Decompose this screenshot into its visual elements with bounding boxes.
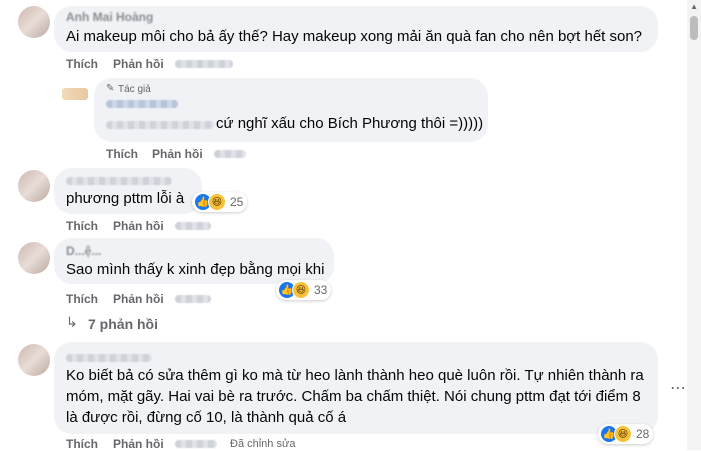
timestamp: [214, 150, 246, 158]
like-button[interactable]: Thích: [106, 147, 138, 161]
scroll-up-icon[interactable]: ▲: [690, 2, 698, 11]
like-button[interactable]: Thích: [66, 57, 98, 71]
comment-text: Ai makeup môi cho bả ấy thế? Hay makeup …: [66, 28, 643, 45]
like-button[interactable]: Thích: [66, 437, 98, 451]
timestamp: [175, 60, 233, 68]
view-replies-link[interactable]: 7 phản hồi: [88, 316, 158, 332]
timestamp: [175, 295, 211, 303]
haha-icon: 😆: [614, 425, 632, 443]
comment-bubble: Ko biết bả có sửa thêm gì ko mà từ heo l…: [54, 342, 658, 434]
avatar[interactable]: [18, 242, 50, 274]
comment-text-line: Ko biết bả có sửa thêm gì ko mà từ heo l…: [66, 367, 644, 384]
comment-author[interactable]: D...ệ...: [66, 244, 101, 258]
comment-bubble: D...ệ... Sao mình thấy k xinh đẹp bằng m…: [54, 238, 334, 284]
comment-bubble: Anh Mai Hoàng Ai makeup môi cho bả ấy th…: [54, 6, 658, 52]
author-badge: Tác giả: [118, 84, 151, 95]
comment-author[interactable]: [106, 100, 178, 108]
reply-button[interactable]: Phản hồi: [113, 57, 164, 71]
reaction-count: 28: [636, 427, 650, 441]
comment-author[interactable]: Anh Mai Hoàng: [66, 10, 153, 24]
like-button[interactable]: Thích: [66, 292, 98, 306]
comment-text-line: là được rồi, đừng cố 10, là thành quả cố…: [66, 409, 347, 426]
avatar[interactable]: [18, 6, 50, 38]
avatar[interactable]: [62, 88, 88, 100]
more-options-icon[interactable]: ⋯: [670, 378, 687, 398]
reply-button[interactable]: Phản hồi: [113, 219, 164, 233]
pencil-icon: ✎: [106, 83, 115, 94]
avatar[interactable]: [18, 344, 50, 376]
comment-text: cứ nghĩ xấu cho Bích Phương thôi =))))): [216, 115, 484, 132]
comment-text-line: móm, mặt gãy. Hai vai bè ra trước. Chấm …: [66, 388, 641, 405]
comment-author[interactable]: [66, 177, 172, 185]
haha-icon: 😆: [292, 281, 310, 299]
reaction-count: 25: [230, 195, 244, 209]
reply-arrow-icon: ↳: [66, 314, 78, 330]
timestamp: [175, 222, 211, 230]
reply-button[interactable]: Phản hồi: [113, 437, 164, 451]
timestamp: [175, 440, 217, 448]
comment-text: Sao mình thấy k xinh đẹp bằng mọi khi: [66, 261, 325, 278]
comment-author[interactable]: [66, 354, 152, 362]
mention-blurred: [106, 121, 214, 129]
comment-bubble: ✎ Tác giả cứ nghĩ xấu cho Bích Phương th…: [94, 78, 488, 142]
reaction-count: 33: [314, 283, 328, 297]
reaction-summary[interactable]: 👍 😆 25: [192, 192, 248, 212]
comment-bubble: phương pttm lỗi à: [54, 168, 202, 214]
reply-button[interactable]: Phản hồi: [113, 292, 164, 306]
reaction-summary[interactable]: 👍 😆 33: [276, 280, 332, 300]
avatar[interactable]: [18, 170, 50, 202]
scrollbar[interactable]: [687, 0, 701, 450]
reaction-summary[interactable]: 👍 😆 28: [598, 424, 654, 444]
scrollbar-thumb[interactable]: [690, 16, 698, 40]
edited-label: Đã chỉnh sửa: [230, 438, 296, 450]
reply-button[interactable]: Phản hồi: [152, 147, 203, 161]
like-button[interactable]: Thích: [66, 219, 98, 233]
haha-icon: 😆: [208, 193, 226, 211]
comment-text: phương pttm lỗi à: [66, 190, 185, 207]
